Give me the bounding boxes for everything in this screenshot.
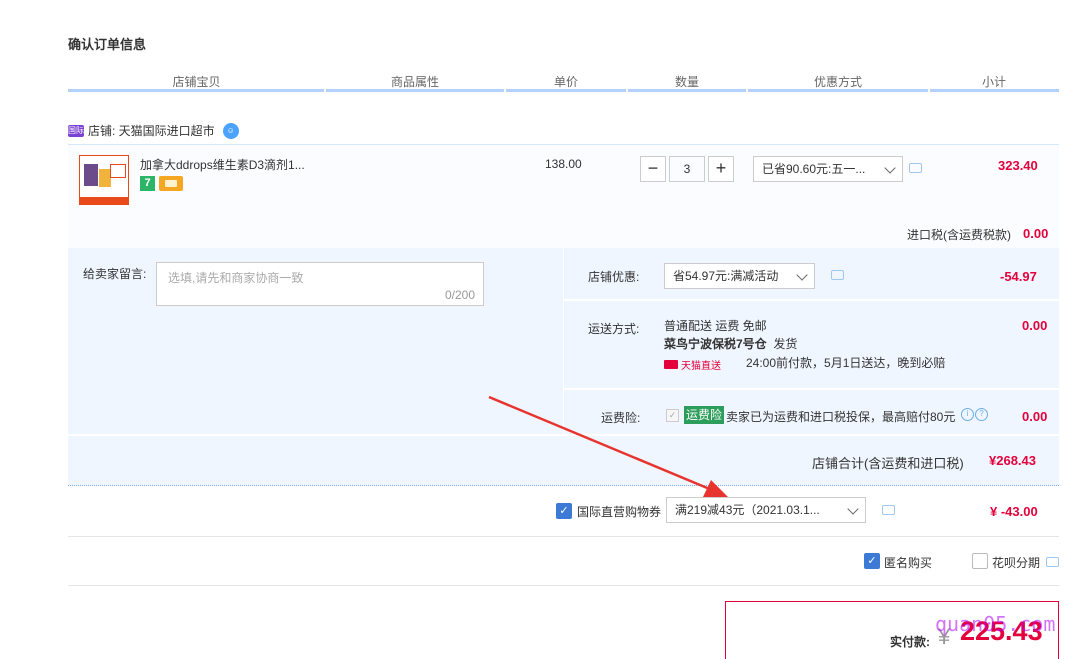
- shop-line: 国际 店铺: 天猫国际进口超市 ☺: [68, 122, 239, 139]
- item-subtotal: 323.40: [998, 158, 1038, 173]
- store-discount-amount: -54.97: [1000, 269, 1037, 284]
- product-name-link[interactable]: 加拿大ddrops维生素D3滴剂1...: [140, 156, 305, 173]
- shipping-method: 普通配送 运费 免邮: [664, 319, 767, 333]
- store-total-label: 店铺合计(含运费和进口税): [812, 456, 964, 471]
- comment-icon[interactable]: [909, 163, 922, 173]
- import-tax-value: 0.00: [1023, 226, 1049, 241]
- installment-checkbox[interactable]: [972, 553, 988, 569]
- item-discount-select[interactable]: 已省90.60元:五一...: [753, 156, 903, 182]
- column-header-price: 单价: [553, 75, 578, 89]
- wangwang-chat-icon[interactable]: ☺: [222, 122, 239, 139]
- comment-icon[interactable]: [882, 505, 895, 515]
- comment-icon[interactable]: [831, 270, 844, 280]
- installment-label: 花呗分期: [992, 556, 1041, 570]
- site-watermark: quan05.com: [935, 612, 1056, 636]
- column-header-discount: 优惠方式: [813, 75, 862, 89]
- header-divider: [68, 89, 1059, 92]
- tmall-direct-label: 天猫直送: [681, 361, 721, 372]
- product-thumbnail[interactable]: [79, 155, 129, 205]
- insurance-checkbox: ✓: [666, 409, 679, 422]
- insurance-label: 运费险:: [601, 411, 641, 425]
- seller-note-placeholder: 选填,请先和商家协商一致: [168, 271, 304, 285]
- header-gap: [504, 89, 506, 92]
- header-gap: [928, 89, 930, 92]
- seller-note-counter: 0/200: [444, 288, 475, 302]
- coupon-select[interactable]: 满219减43元（2021.03.1...: [666, 497, 866, 523]
- shipping-origin-line: 菜鸟宁波保税7号仓 发货: [664, 335, 797, 353]
- header-gap: [746, 89, 748, 92]
- shop-name[interactable]: 店铺: 天猫国际进口超市: [88, 122, 215, 139]
- page-title: 确认订单信息: [68, 37, 147, 52]
- coupon-checkbox[interactable]: ✓: [556, 503, 572, 519]
- coupon-amount: ¥ -43.00: [990, 504, 1038, 519]
- comment-icon[interactable]: [1046, 557, 1059, 567]
- insurance-text: 卖家已为运费和进口税投保，最高赔付80元: [726, 410, 956, 424]
- store-discount-label: 店铺优惠:: [588, 270, 640, 284]
- column-header-subtotal: 小计: [981, 75, 1006, 89]
- store-discount-select[interactable]: 省54.97元:满减活动: [664, 263, 815, 289]
- column-header-item: 店铺宝贝: [172, 75, 221, 89]
- section-divider: [68, 536, 1059, 537]
- qty-increase-button[interactable]: +: [708, 156, 734, 182]
- insurance-amount: 0.00: [1022, 409, 1048, 424]
- qty-input[interactable]: 3: [669, 156, 705, 182]
- anonymous-label: 匿名购买: [884, 556, 933, 570]
- shipping-amount: 0.00: [1022, 318, 1048, 333]
- column-header-qty: 数量: [674, 75, 699, 89]
- header-gap: [626, 89, 628, 92]
- tmall-cat-icon: [664, 360, 678, 369]
- info-icon[interactable]: i: [961, 408, 974, 421]
- coupon-value: 满219减43元（2021.03.1...: [675, 503, 820, 517]
- section-divider: [68, 585, 1059, 586]
- seller-note-input[interactable]: 选填,请先和商家协商一致 0/200: [156, 262, 484, 306]
- seller-note-label: 给卖家留言:: [83, 267, 147, 281]
- delivery-promise: 24:00前付款，5月1日送达，晚到必赔: [746, 356, 946, 370]
- seven-day-return-icon: 7: [140, 176, 155, 191]
- chevron-down-icon: [796, 269, 808, 281]
- qty-decrease-button[interactable]: −: [640, 156, 666, 182]
- anonymous-checkbox[interactable]: ✓: [864, 553, 880, 569]
- panel-divider: [563, 299, 1059, 301]
- chevron-down-icon: [847, 503, 859, 515]
- question-icon[interactable]: ?: [975, 408, 988, 421]
- panel-divider: [68, 434, 1059, 436]
- unit-price: 138.00: [545, 157, 582, 171]
- warehouse-name: 菜鸟宁波保税7号仓: [664, 337, 767, 351]
- insurance-help-icons[interactable]: i ?: [961, 408, 988, 421]
- credit-card-icon: [159, 176, 183, 191]
- insurance-tag: 运费险: [684, 406, 725, 424]
- header-gap: [324, 89, 326, 92]
- chevron-down-icon: [884, 162, 896, 174]
- coupon-label: 国际直营购物券: [577, 505, 662, 519]
- tmall-global-badge: 国际: [68, 124, 84, 137]
- store-discount-value: 省54.97元:满减活动: [673, 269, 779, 283]
- shipping-origin-suffix: 发货: [773, 337, 798, 351]
- tmall-direct-logo: 天猫直送: [664, 357, 721, 372]
- store-total-amount: ¥268.43: [989, 453, 1036, 468]
- panel-divider: [563, 248, 564, 434]
- payment-label: 实付款:: [890, 635, 930, 649]
- item-discount-value: 已省90.60元:五一...: [762, 162, 866, 176]
- shipping-label: 运送方式:: [588, 322, 640, 336]
- panel-divider: [563, 388, 1059, 390]
- import-tax-label: 进口税(含运费税款): [907, 228, 1011, 242]
- column-header-attr: 商品属性: [390, 75, 439, 89]
